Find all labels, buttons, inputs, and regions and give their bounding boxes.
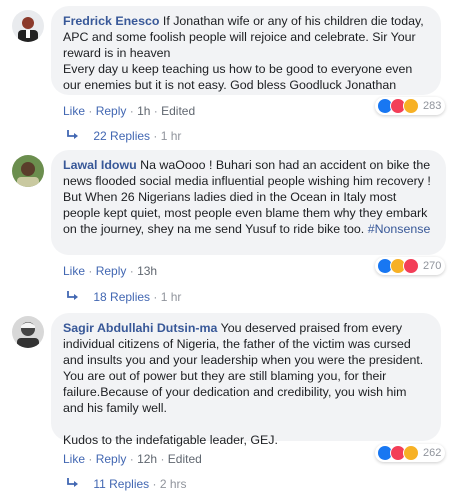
- separator: ·: [129, 104, 134, 118]
- edited-label[interactable]: Edited: [161, 104, 195, 118]
- reaction-count: 270: [423, 260, 442, 272]
- separator: ·: [88, 264, 93, 278]
- separator: ·: [88, 452, 93, 466]
- reply-arrow-icon: [66, 477, 80, 493]
- reply-link[interactable]: Reply: [96, 264, 127, 278]
- comment-actions: Like · Reply · 13h: [63, 263, 157, 279]
- comment-time[interactable]: 12h: [137, 452, 157, 466]
- reply-link[interactable]: Reply: [96, 104, 127, 118]
- comment-author[interactable]: Lawal Idowu: [63, 158, 137, 172]
- reaction-count: 262: [423, 447, 442, 459]
- haha-reaction-icon: [403, 98, 419, 114]
- reaction-summary[interactable]: 262: [375, 444, 446, 462]
- replies-time: 1 hr: [160, 290, 182, 304]
- separator: ·: [88, 104, 93, 118]
- avatar[interactable]: [12, 155, 44, 187]
- view-replies[interactable]: 11 Replies · 2 hrs: [66, 476, 187, 492]
- avatar[interactable]: [12, 316, 44, 348]
- reaction-summary[interactable]: 270: [375, 257, 446, 275]
- reply-link[interactable]: Reply: [96, 452, 127, 466]
- separator: ·: [160, 452, 165, 466]
- comment-actions: Like · Reply · 12h · Edited: [63, 451, 202, 467]
- reaction-count: 283: [423, 100, 442, 112]
- comment-bubble: Fredrick Enesco If Jonathan wife or any …: [51, 6, 441, 95]
- separator: ·: [153, 290, 158, 304]
- reaction-summary[interactable]: 283: [375, 97, 446, 115]
- hashtag-link[interactable]: #Nonsense: [368, 222, 431, 236]
- reply-arrow-icon: [66, 290, 80, 306]
- replies-count-link[interactable]: 11 Replies: [93, 477, 149, 491]
- comment-actions: Like · Reply · 1h · Edited: [63, 103, 195, 119]
- replies-time: 2 hrs: [159, 477, 187, 491]
- avatar[interactable]: [12, 10, 44, 42]
- replies-time: 1 hr: [160, 129, 182, 143]
- replies-count-link[interactable]: 22 Replies: [93, 129, 150, 143]
- comment-author[interactable]: Sagir Abdullahi Dutsin-ma: [63, 321, 217, 335]
- comment-time[interactable]: 1h: [137, 104, 150, 118]
- haha-reaction-icon: [403, 445, 419, 461]
- comment-bubble: Lawal Idowu Na waOooo ! Buhari son had a…: [51, 150, 446, 255]
- comment-author[interactable]: Fredrick Enesco: [63, 14, 159, 28]
- comment-text: You deserved praised from every individu…: [63, 321, 424, 415]
- comment-bubble: Sagir Abdullahi Dutsin-ma You deserved p…: [51, 313, 441, 447]
- separator: ·: [129, 264, 134, 278]
- view-replies[interactable]: 22 Replies · 1 hr: [66, 128, 181, 144]
- reply-arrow-icon: [66, 129, 80, 145]
- love-reaction-icon: [403, 258, 419, 274]
- separator: ·: [129, 452, 134, 466]
- separator: ·: [153, 129, 158, 143]
- like-link[interactable]: Like: [63, 104, 85, 118]
- separator: ·: [152, 477, 157, 491]
- replies-count-link[interactable]: 18 Replies: [93, 290, 150, 304]
- comment-text-extra: Kudos to the indefatigable leader, GEJ.: [63, 433, 278, 447]
- separator: ·: [153, 104, 158, 118]
- like-link[interactable]: Like: [63, 452, 85, 466]
- view-replies[interactable]: 18 Replies · 1 hr: [66, 289, 181, 305]
- edited-label[interactable]: Edited: [168, 452, 202, 466]
- comment-time[interactable]: 13h: [137, 264, 157, 278]
- like-link[interactable]: Like: [63, 264, 85, 278]
